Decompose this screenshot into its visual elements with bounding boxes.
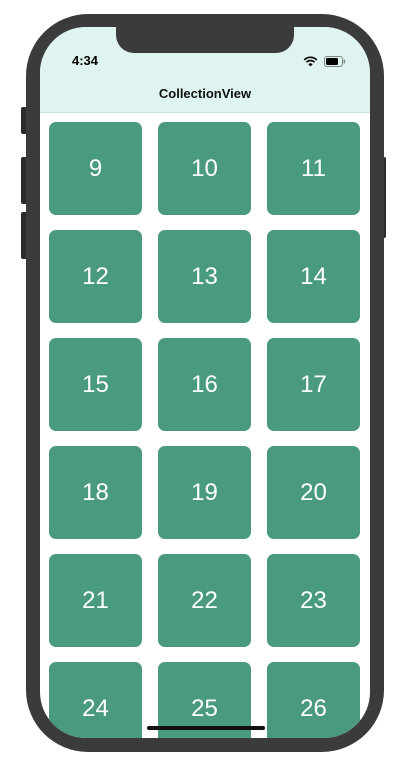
device-stage: 4:34 CollectionView 9 10 11 12 13 14 15 … — [0, 0, 400, 763]
cell-label: 9 — [88, 154, 103, 182]
screen: 4:34 CollectionView 9 10 11 12 13 14 15 … — [40, 27, 370, 738]
cell-label: 16 — [191, 370, 218, 398]
cell-label: 11 — [301, 154, 326, 182]
cell-label: 21 — [82, 586, 109, 614]
cell-label: 22 — [191, 586, 218, 614]
collection-cell[interactable]: 11 — [267, 122, 360, 215]
battery-icon — [324, 54, 346, 72]
cell-label: 23 — [300, 586, 327, 614]
collection-cell[interactable]: 21 — [49, 554, 142, 647]
collection-cell[interactable]: 13 — [158, 230, 251, 323]
cell-label: 19 — [191, 478, 218, 506]
collection-cell[interactable]: 10 — [158, 122, 251, 215]
collection-cell[interactable]: 16 — [158, 338, 251, 431]
cell-label: 25 — [191, 694, 218, 722]
cell-label: 18 — [82, 478, 109, 506]
collection-cell[interactable]: 26 — [267, 662, 360, 738]
cell-label: 12 — [82, 262, 109, 290]
collection-cell[interactable]: 17 — [267, 338, 360, 431]
collection-cell[interactable]: 14 — [267, 230, 360, 323]
cell-label: 10 — [191, 154, 218, 182]
collection-view[interactable]: 9 10 11 12 13 14 15 16 17 18 19 20 21 22 23 24 25 26 — [49, 122, 361, 738]
page-title: CollectionView — [158, 86, 252, 101]
collection-cell[interactable]: 24 — [49, 662, 142, 738]
collection-cell[interactable]: 15 — [49, 338, 142, 431]
cell-label: 20 — [300, 478, 327, 506]
cell-label: 13 — [191, 262, 218, 290]
collection-cell[interactable]: 22 — [158, 554, 251, 647]
collection-cell[interactable]: 20 — [267, 446, 360, 539]
cell-label: 15 — [82, 370, 109, 398]
notch — [116, 27, 294, 53]
phone-frame: 4:34 CollectionView 9 10 11 12 13 14 15 … — [26, 14, 384, 752]
collection-cell[interactable]: 23 — [267, 554, 360, 647]
collection-cell[interactable]: 18 — [49, 446, 142, 539]
collection-cell[interactable]: 12 — [49, 230, 142, 323]
cell-label: 17 — [300, 370, 327, 398]
home-indicator[interactable] — [147, 726, 265, 730]
collection-cell[interactable]: 9 — [49, 122, 142, 215]
wifi-icon — [303, 54, 318, 72]
status-icons — [303, 54, 346, 72]
cell-label: 26 — [300, 694, 327, 722]
cell-label: 24 — [82, 694, 109, 722]
status-time: 4:34 — [72, 53, 99, 68]
cell-label: 14 — [300, 262, 327, 290]
collection-cell[interactable]: 19 — [158, 446, 251, 539]
